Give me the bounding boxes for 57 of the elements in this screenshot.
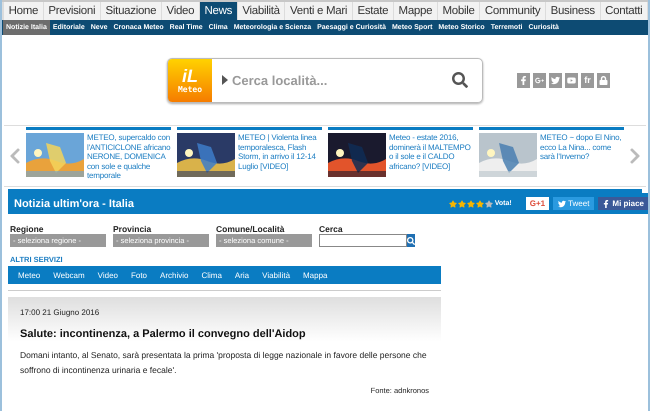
nav-tab[interactable]: News	[200, 2, 237, 20]
logo: iL Meteo	[168, 58, 212, 102]
star-icon[interactable]	[476, 200, 484, 208]
news-card[interactable]: METEO, supercaldo con l'ANTICICLONE africano NERONE, DOMENICA con sole e qualche temporale	[26, 127, 171, 185]
article-text: Domani intanto, al Senato, sarà presentata la prima 'proposta di legge nazionale in favore delle persone che soffrono di incontinenza urinaria e fecale'.	[20, 349, 428, 377]
star-icon[interactable]	[484, 200, 493, 208]
google-plus-button[interactable]: G+1	[526, 197, 550, 210]
service-link[interactable]: Clima	[195, 266, 228, 284]
youtube-icon[interactable]	[565, 72, 578, 88]
facebook-icon	[602, 200, 610, 208]
nav-tab[interactable]: Home	[4, 2, 43, 20]
nav-tab[interactable]: Mobile	[438, 2, 480, 20]
rating-stars[interactable]	[448, 200, 493, 208]
article-title[interactable]: Salute: incontinenza, a Palermo il convegno dell'Aidop	[20, 328, 429, 340]
filter-label: Cerca	[319, 224, 344, 234]
google-plus-icon[interactable]	[533, 72, 546, 88]
service-link[interactable]: Viabilità	[256, 266, 296, 284]
twitter-icon	[558, 200, 566, 208]
news-card[interactable]: Meteo - estate 2016, dominerà il MALTEMPO o il sole e il CALDO africano? [VIDEO]	[328, 127, 473, 185]
service-link[interactable]: Aria	[228, 266, 256, 284]
service-link[interactable]: Archivio	[154, 266, 194, 284]
nav-tab[interactable]: Viabilità	[238, 2, 284, 20]
nav-tab[interactable]: Situazione	[100, 2, 161, 20]
news-link[interactable]: Meteo - estate 2016, dominerà il MALTEMPO o il sole e il CALDO africano? [VIDEO]	[389, 133, 473, 185]
news-link[interactable]: METEO, supercaldo con l'ANTICICLONE africano NERONE, DOMENICA con sole e qualche temporale	[87, 133, 171, 185]
search-button[interactable]	[407, 234, 415, 247]
lock-icon[interactable]	[597, 72, 610, 88]
filter-label: Provincia	[113, 224, 152, 234]
filter-label: Regione	[10, 224, 45, 234]
service-link[interactable]: Mappa	[297, 266, 334, 284]
news-link[interactable]: METEO ~ dopo El Nino, ecco La Nina... come sarà l'Inverno?	[540, 133, 624, 185]
nav-tab[interactable]: Mappe	[394, 2, 437, 20]
triangle-icon	[222, 75, 228, 85]
nav-tab[interactable]: Venti e Mari	[285, 2, 352, 20]
nav-tab[interactable]: Contatti	[600, 2, 648, 20]
like-button[interactable]: Mi piace	[598, 197, 648, 210]
facebook-icon[interactable]	[517, 72, 530, 88]
star-icon[interactable]	[466, 200, 475, 208]
star-icon[interactable]	[458, 200, 466, 208]
nav-tab[interactable]: Video	[162, 2, 199, 20]
nav-tab[interactable]: Estate	[352, 2, 393, 20]
section-title: Notizia ultim'ora - Italia	[14, 198, 135, 210]
service-link[interactable]: Meteo	[12, 266, 46, 284]
twitter-icon[interactable]	[549, 72, 562, 88]
search-input[interactable]	[319, 234, 407, 247]
filter-label: Comune/Località	[216, 224, 286, 234]
nav-tab[interactable]: Previsioni	[44, 2, 100, 20]
article-time: 17:00 21 Giugno 2016	[20, 308, 100, 317]
service-link[interactable]: Webcam	[47, 266, 91, 284]
service-link[interactable]: Video	[92, 266, 124, 284]
news-card[interactable]: METEO | Violenta linea temporalesca, Flash Storm, in arrivo il 12-14 Luglio [VIDEO]	[177, 127, 322, 185]
news-card[interactable]: METEO ~ dopo El Nino, ecco La Nina... come sarà l'Inverno?	[479, 127, 624, 185]
news-link[interactable]: METEO | Violenta linea temporalesca, Flash Storm, in arrivo il 12-14 Luglio [VIDEO]	[238, 133, 322, 185]
service-link[interactable]: Foto	[124, 266, 153, 284]
star-icon[interactable]	[448, 200, 457, 208]
nav-tab[interactable]: Community	[480, 2, 545, 20]
nav-tab[interactable]: Business	[546, 2, 600, 20]
